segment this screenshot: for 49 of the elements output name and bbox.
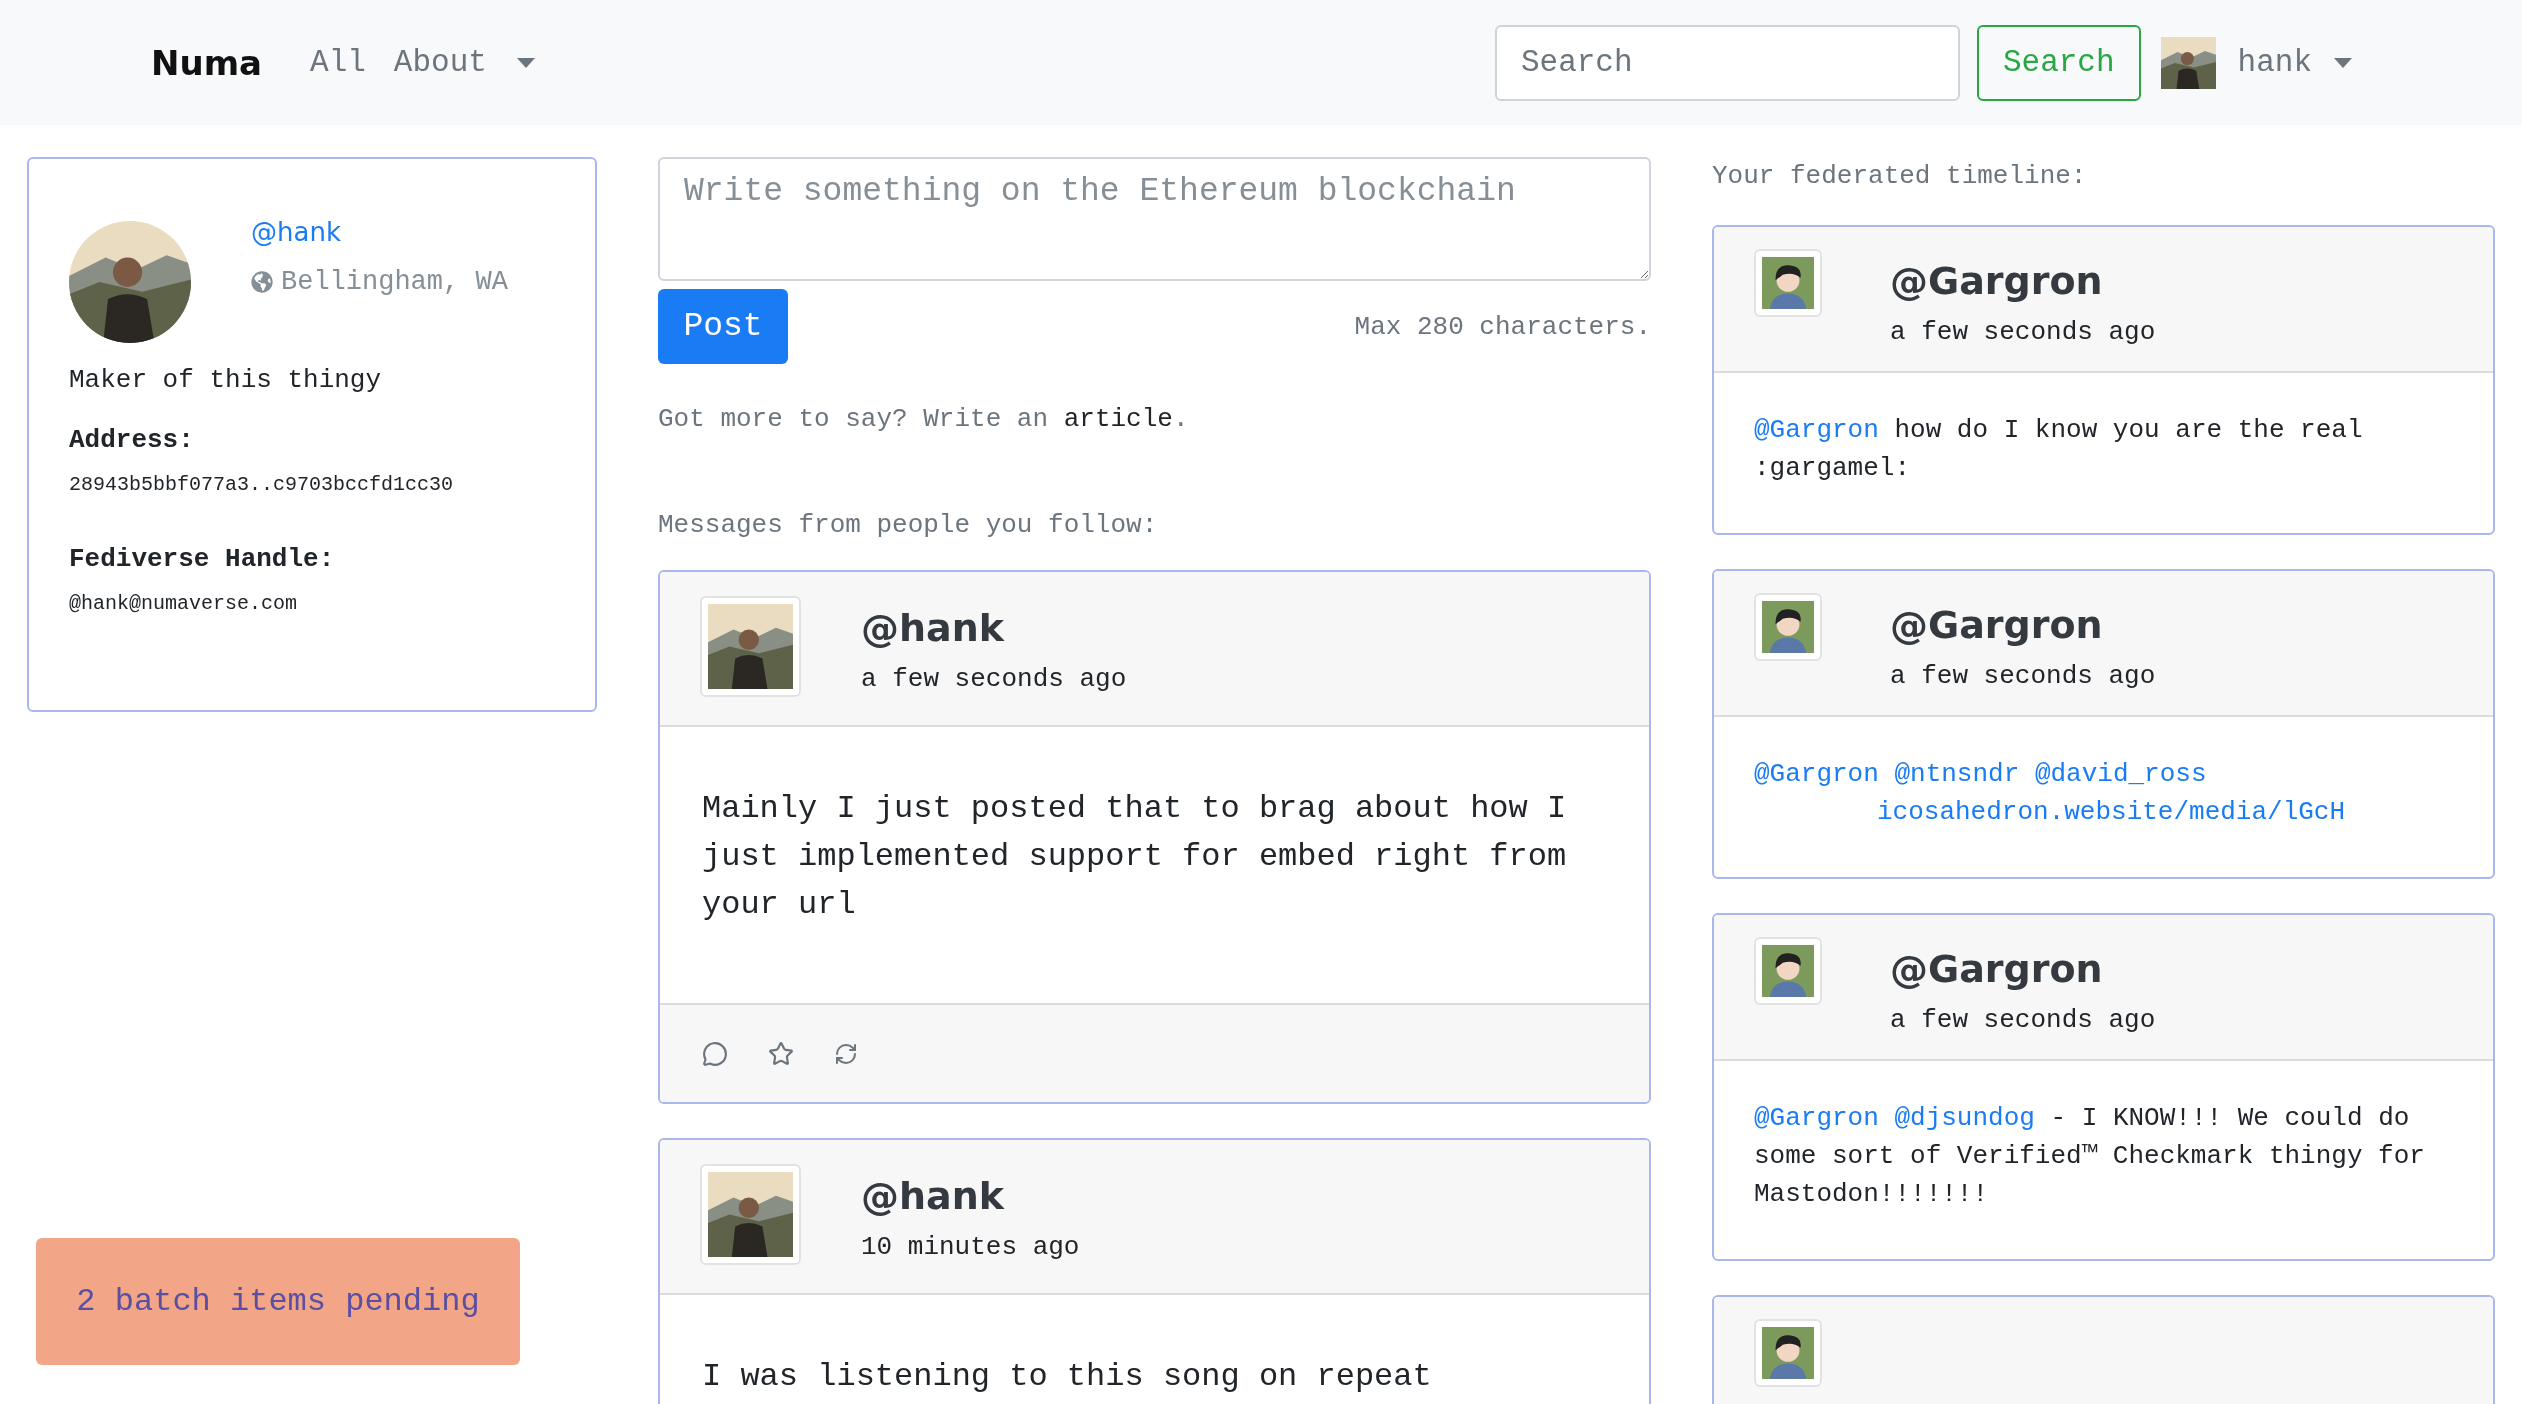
- post-time: a few seconds ago: [1890, 317, 2156, 347]
- star-icon[interactable]: [768, 1040, 794, 1067]
- bio-text: Maker of this thingy: [69, 365, 383, 395]
- post-text: @Gargron @djsundog - I KNOW!!! We could do some sort of Verified™ Checkmark thingy for Mastodon!!!!!!!: [1753, 1102, 2426, 1211]
- author-handle[interactable]: @hank: [861, 606, 1127, 650]
- post-time: a few seconds ago: [1890, 661, 2156, 691]
- caret-icon: [516, 57, 535, 68]
- post-button[interactable]: Post: [658, 289, 788, 364]
- section-heading: Your federated timeline:: [1712, 161, 2088, 191]
- article-link[interactable]: article: [1063, 404, 1173, 434]
- brand-link[interactable]: Numa: [151, 42, 263, 83]
- pending-notice: 2 batch items pending: [36, 1238, 520, 1365]
- location-text: Bellingham, WA: [281, 267, 508, 297]
- caret-icon: [2334, 57, 2352, 68]
- field-label: Fediverse Handle:: [69, 544, 336, 574]
- comment-icon[interactable]: [702, 1040, 728, 1067]
- hint-end: .: [1172, 404, 1189, 434]
- mention-link[interactable]: @Gargron: [1754, 415, 1879, 445]
- globe-icon: [251, 271, 273, 293]
- nav-dropdown[interactable]: About: [393, 45, 535, 80]
- post-text: I was listening to this song on repeat: [701, 1357, 1433, 1397]
- search-field[interactable]: Search: [1494, 24, 1960, 101]
- search-button[interactable]: Search: [1976, 24, 2141, 101]
- field-value: @hank@numaverse.com: [69, 592, 299, 615]
- post-field[interactable]: Write something on the Ethereum blockchain: [658, 157, 1651, 281]
- post-time: a few seconds ago: [861, 664, 1127, 694]
- mention-link[interactable]: @Gargron: [1754, 1103, 1879, 1133]
- section-heading: Messages from people you follow:: [658, 510, 1159, 540]
- post-text: Mainly I just posted that to brag about how I just implemented support for embed right from your url: [701, 789, 1568, 925]
- field-value: 28943b5bbf077a3..c9703bccfd1cc30: [69, 473, 455, 496]
- hint-text: Got more to say? Write an: [658, 404, 1050, 434]
- repost-icon[interactable]: [834, 1041, 858, 1066]
- author-handle[interactable]: @Gargron: [1890, 603, 2156, 647]
- mention-link[interactable]: @david_ross: [2034, 759, 2207, 789]
- profile-handle[interactable]: @hank: [251, 217, 508, 247]
- character-limit: Max 280 characters.: [1354, 311, 1651, 342]
- user-menu[interactable]: hank: [2160, 36, 2352, 89]
- author-handle[interactable]: @Gargron: [1890, 259, 2156, 303]
- nav-link[interactable]: All: [310, 45, 366, 80]
- post-time: 10 minutes ago: [861, 1232, 1080, 1262]
- post-time: a few seconds ago: [1890, 1005, 2156, 1035]
- media-link[interactable]: icosahedron.website/media/lGcH: [1877, 793, 2453, 831]
- mention-link[interactable]: @Gargron: [1754, 759, 1879, 789]
- mention-link[interactable]: @djsundog: [1894, 1103, 2035, 1133]
- mention-link[interactable]: @ntnsndr: [1894, 759, 2020, 789]
- author-handle[interactable]: @hank: [861, 1174, 1080, 1218]
- author-handle[interactable]: @Gargron: [1890, 947, 2156, 991]
- post-text: @Gargron how do I know you are the real :gargamel:: [1753, 414, 2364, 485]
- field-label: Address:: [69, 425, 195, 455]
